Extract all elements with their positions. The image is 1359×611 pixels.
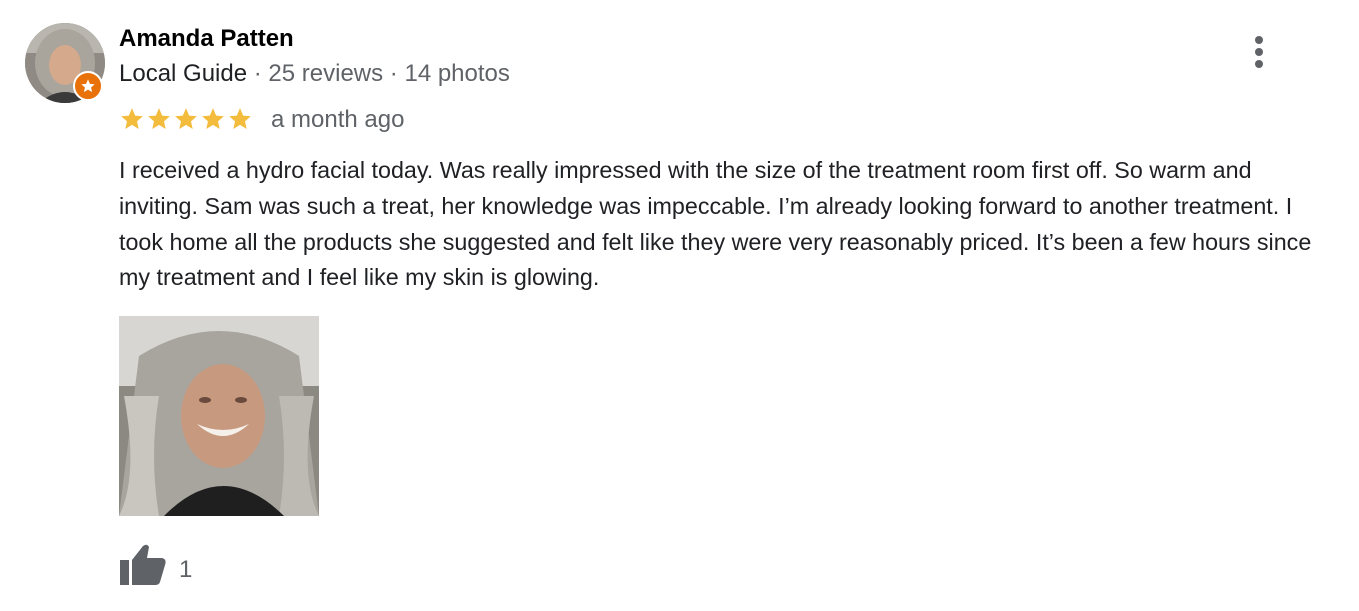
like-button[interactable] bbox=[118, 543, 168, 587]
review-photo[interactable] bbox=[119, 316, 319, 516]
local-guide-star-icon bbox=[81, 79, 95, 93]
star-icon bbox=[121, 108, 143, 129]
review-date: a month ago bbox=[271, 106, 405, 133]
star-rating bbox=[119, 106, 253, 132]
more-vert-icon[interactable] bbox=[1244, 30, 1274, 72]
like-count: 1 bbox=[179, 556, 193, 583]
author-name[interactable]: Amanda Patten bbox=[119, 25, 294, 53]
author-photo-count: 14 photos bbox=[404, 60, 510, 87]
author-role: Local Guide bbox=[119, 60, 248, 87]
review-text: I received a hydro facial today. Was rea… bbox=[119, 157, 1312, 291]
local-guide-badge bbox=[73, 71, 103, 101]
thumb-up-icon bbox=[120, 544, 166, 585]
star-icon bbox=[229, 108, 251, 129]
author-meta: Local Guide · 25 reviews · 14 photos bbox=[119, 60, 510, 88]
avatar[interactable] bbox=[25, 23, 105, 103]
star-icon bbox=[202, 108, 224, 129]
review-card: Amanda Patten Local Guide · 25 reviews ·… bbox=[0, 0, 1359, 611]
author-review-count: 25 reviews bbox=[268, 60, 384, 87]
meta-separator: · bbox=[383, 60, 405, 87]
meta-separator: · bbox=[247, 60, 269, 87]
star-icon bbox=[148, 108, 170, 129]
star-icon bbox=[175, 108, 197, 129]
